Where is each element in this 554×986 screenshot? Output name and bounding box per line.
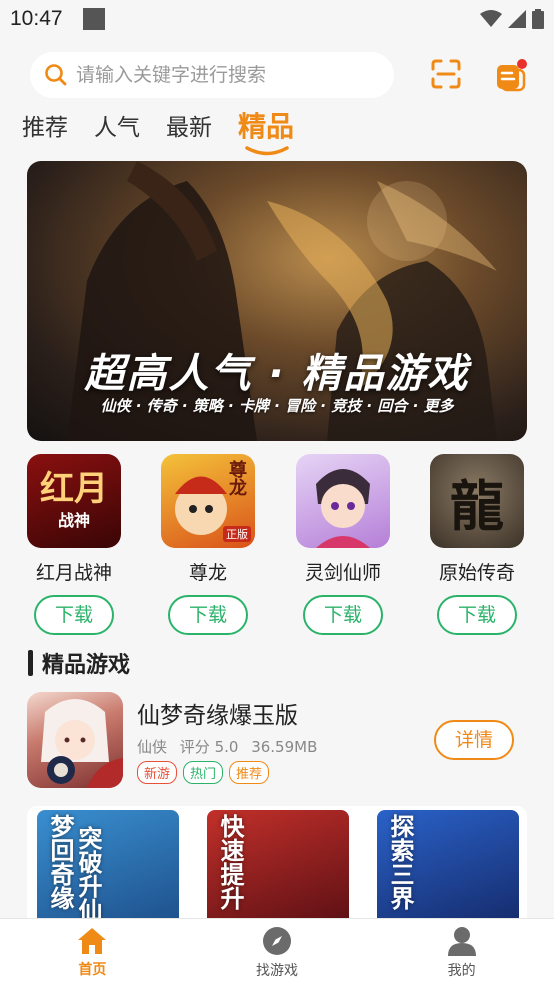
- game-name[interactable]: 红月战神: [19, 558, 129, 585]
- featured-game-meta: 仙侠 评分 5.0 36.59MB: [137, 736, 325, 757]
- game-category: 仙侠: [137, 738, 168, 756]
- banner-title: 超高人气 · 精品游戏: [84, 351, 470, 397]
- tab-premium-label: 精品: [238, 110, 295, 143]
- detail-button[interactable]: 详情: [434, 720, 514, 760]
- game-item[interactable]: 尊龙 正版 尊龙 下载: [153, 454, 263, 635]
- nav-profile-label: 我的: [447, 962, 476, 979]
- battery-icon: [532, 9, 544, 29]
- banner-subtitle: 仙侠 · 传奇 · 策略 · 卡牌 · 冒险 · 竞技 · 回合 · 更多: [100, 397, 454, 415]
- wifi-icon: [480, 10, 502, 27]
- promo-card[interactable]: 探索三界: [377, 810, 519, 918]
- game-item[interactable]: 龍 原始传奇 下载: [422, 454, 532, 635]
- game-icon-subtitle: 战神: [57, 511, 90, 530]
- game-art: [41, 699, 123, 788]
- tag-recommend: 推荐: [229, 761, 270, 784]
- compass-icon: [263, 926, 291, 955]
- recommended-games: 红月 战神 红月战神 下载 尊龙 正版 尊龙 下载 灵剑仙师 下载 龍 原始传奇…: [0, 454, 554, 635]
- tag-hot: 热门: [183, 761, 224, 784]
- tab-latest[interactable]: 最新: [166, 108, 212, 142]
- download-button[interactable]: 下载: [168, 595, 248, 635]
- section-title: 精品游戏: [42, 653, 131, 678]
- nav-profile[interactable]: 我的: [369, 919, 554, 986]
- game-item[interactable]: 红月 战神 红月战神 下载: [19, 454, 129, 635]
- header: [0, 48, 554, 104]
- section-bar: [28, 650, 33, 676]
- game-icon-badge: 正版: [223, 526, 251, 542]
- nav-discover-label: 找游戏: [256, 962, 298, 979]
- search-icon: [45, 64, 67, 86]
- status-time: 10:47: [10, 7, 63, 30]
- download-button[interactable]: 下载: [34, 595, 114, 635]
- featured-game-tags: 新游 热门 推荐: [137, 761, 270, 784]
- tab-recommend[interactable]: 推荐: [22, 108, 68, 142]
- game-icon-zunlong[interactable]: 尊龙 正版: [161, 454, 255, 548]
- game-icon-title: 尊龙: [226, 460, 247, 496]
- hero-banner[interactable]: 超高人气 · 精品游戏 仙侠 · 传奇 · 策略 · 卡牌 · 冒险 · 竞技 …: [27, 161, 527, 441]
- game-icon-lingjian[interactable]: [296, 454, 390, 548]
- notification-icon: [82, 8, 105, 30]
- scan-icon[interactable]: [430, 58, 462, 90]
- game-name[interactable]: 尊龙: [153, 558, 263, 585]
- category-tabs: 推荐 人气 最新 精品: [22, 108, 294, 160]
- promo-card[interactable]: 梦回奇缘 突破升仙: [37, 810, 179, 918]
- game-name[interactable]: 原始传奇: [422, 558, 532, 585]
- game-name[interactable]: 灵剑仙师: [288, 558, 398, 585]
- promo-card[interactable]: 快速提升: [207, 810, 349, 918]
- card-text: 快速提升: [216, 814, 245, 910]
- user-icon: [447, 926, 476, 956]
- tab-indicator: [245, 146, 289, 156]
- card-text: 探索三界: [386, 814, 415, 910]
- game-item[interactable]: 灵剑仙师 下载: [288, 454, 398, 635]
- signal-icon: [508, 10, 526, 28]
- featured-game-icon[interactable]: [27, 692, 123, 788]
- download-button[interactable]: 下载: [303, 595, 383, 635]
- game-art: [316, 469, 370, 548]
- card-text: 梦回奇缘: [46, 814, 75, 910]
- bottom-nav: 首页 找游戏 我的: [0, 918, 554, 986]
- game-icon-yuanshi[interactable]: 龍: [430, 454, 524, 548]
- nav-discover[interactable]: 找游戏: [185, 919, 370, 986]
- featured-game[interactable]: 仙梦奇缘爆玉版 仙侠 评分 5.0 36.59MB 新游 热门 推荐 详情: [27, 692, 527, 788]
- section-header: 精品游戏: [28, 648, 130, 678]
- game-icon-hongyue[interactable]: 红月 战神: [27, 454, 121, 548]
- home-icon: [78, 927, 107, 954]
- game-icon-title: 龍: [450, 473, 504, 538]
- search-input[interactable]: [76, 64, 376, 86]
- status-indicators: [480, 9, 544, 29]
- nav-home[interactable]: 首页: [0, 919, 185, 986]
- tab-popular[interactable]: 人气: [94, 108, 140, 142]
- featured-game-name[interactable]: 仙梦奇缘爆玉版: [137, 696, 298, 730]
- tab-premium[interactable]: 精品: [238, 105, 295, 156]
- promo-cards: 梦回奇缘 突破升仙 快速提升 探索三界: [27, 806, 527, 918]
- game-size: 36.59MB: [251, 738, 318, 756]
- search-bar[interactable]: [30, 52, 394, 98]
- game-icon-title: 红月: [40, 469, 108, 509]
- status-bar: 10:47: [0, 0, 554, 38]
- nav-home-label: 首页: [78, 961, 107, 978]
- tag-new: 新游: [137, 761, 178, 784]
- game-rating: 评分 5.0: [179, 738, 239, 756]
- message-icon[interactable]: [494, 58, 528, 92]
- download-button[interactable]: 下载: [437, 595, 517, 635]
- card-text: 突破升仙: [74, 826, 103, 918]
